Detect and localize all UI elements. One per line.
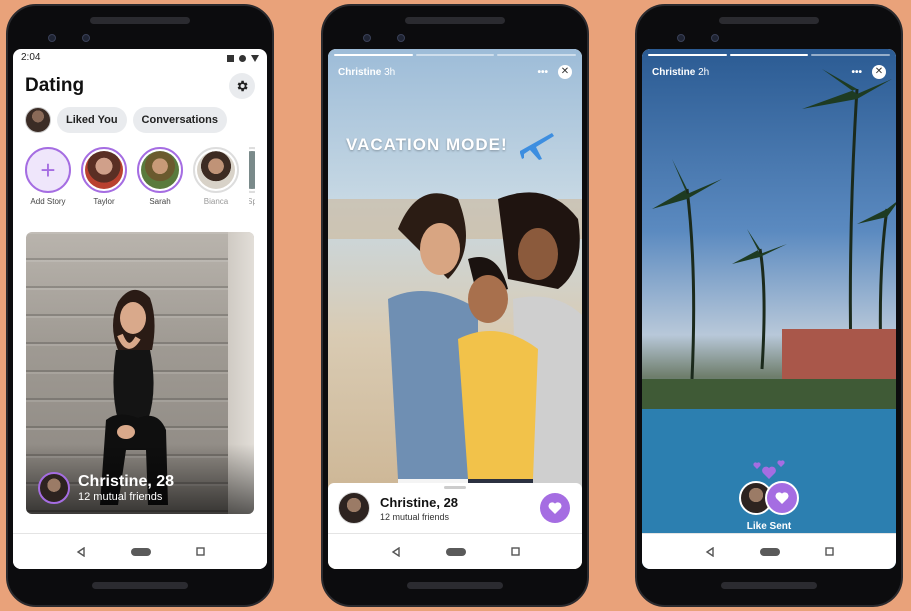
story-label: Bianca <box>203 197 229 206</box>
battery-icon <box>251 54 259 62</box>
story-label: Add Story <box>30 197 66 206</box>
drag-handle <box>444 486 466 489</box>
phone-speaker-bottom <box>92 582 188 589</box>
story-label: Sp <box>249 197 255 206</box>
story-label: Taylor <box>93 197 115 206</box>
recents-icon[interactable] <box>195 547 205 556</box>
back-icon[interactable] <box>391 546 401 557</box>
home-button[interactable] <box>130 547 151 556</box>
phone-like-sent: Christine 2h ••• ✕ Like Sent <box>635 4 903 607</box>
more-options-icon[interactable]: ••• <box>851 67 862 78</box>
profile-avatar <box>338 492 370 524</box>
overlay-text: VACATION MODE! <box>346 135 508 154</box>
like-sent-label: Like Sent <box>746 521 792 532</box>
story-progress <box>334 54 577 56</box>
status-time: 2:04 <box>21 52 41 63</box>
profile-summary-card[interactable]: Christine, 28 12 mutual friends <box>328 483 582 533</box>
profile-avatar[interactable] <box>25 107 51 133</box>
home-button[interactable] <box>759 547 780 556</box>
android-nav-bar <box>642 533 896 569</box>
status-bar: 2:04 <box>13 49 267 67</box>
heart-icon <box>775 492 789 504</box>
story-author[interactable]: Christine 2h <box>652 67 709 78</box>
phone-speaker-bottom <box>407 582 503 589</box>
phone-sensor <box>711 34 719 42</box>
liked-you-button[interactable]: Liked You <box>57 107 127 133</box>
mutual-friends: 12 mutual friends <box>78 491 163 503</box>
profile-card[interactable]: Christine, 28 12 mutual friends <box>26 232 254 514</box>
profile-name: Christine, 28 <box>380 494 459 510</box>
settings-button[interactable] <box>229 73 255 99</box>
phone-sensor <box>397 34 405 42</box>
phone-story-view: Christine 3h ••• ✕ VACATION MODE! Christ… <box>321 4 589 607</box>
phone-camera <box>363 34 371 42</box>
more-options-icon[interactable]: ••• <box>537 67 548 78</box>
screen: 2:04 Dating Liked You Conversations + Ad… <box>13 49 267 569</box>
story-author-name: Christine <box>338 66 382 78</box>
like-button[interactable] <box>540 493 570 523</box>
floating-hearts-icon <box>753 460 785 479</box>
wifi-icon <box>239 54 246 62</box>
home-button[interactable] <box>445 547 466 556</box>
story-partial[interactable]: Sp <box>249 147 255 206</box>
story-taylor[interactable]: Taylor <box>81 147 127 206</box>
recents-icon[interactable] <box>824 547 834 556</box>
phone-speaker <box>405 17 505 24</box>
story-sarah[interactable]: Sarah <box>137 147 183 206</box>
back-icon[interactable] <box>76 546 86 557</box>
plus-icon: + <box>40 155 56 185</box>
gear-icon <box>237 80 248 92</box>
mutual-friends: 12 mutual friends <box>380 511 450 522</box>
page-title: Dating <box>25 75 85 96</box>
phone-dating-home: 2:04 Dating Liked You Conversations + Ad… <box>6 4 274 607</box>
story-time: 3h <box>384 66 396 78</box>
story-bianca[interactable]: Bianca <box>193 147 239 206</box>
story-author[interactable]: Christine 3h <box>338 67 395 78</box>
screen: Christine 3h ••• ✕ VACATION MODE! Christ… <box>328 49 582 569</box>
add-story-button[interactable]: + Add Story <box>25 147 71 206</box>
phone-speaker <box>90 17 190 24</box>
story-label: Sarah <box>149 197 171 206</box>
story-time: 2h <box>698 66 710 78</box>
story-author-name: Christine <box>652 66 696 78</box>
phone-camera <box>677 34 685 42</box>
phone-sensor <box>82 34 90 42</box>
recents-icon[interactable] <box>510 547 520 556</box>
profile-avatar <box>38 472 70 504</box>
phone-speaker <box>719 17 819 24</box>
heart-badge <box>765 481 799 515</box>
like-sent-confirmation: Like Sent <box>739 459 799 532</box>
notification-icon <box>227 54 234 62</box>
profile-name: Christine, 28 <box>78 473 175 490</box>
conversations-button[interactable]: Conversations <box>132 107 227 133</box>
back-icon[interactable] <box>705 546 715 557</box>
heart-icon <box>548 502 562 514</box>
screen: Christine 2h ••• ✕ Like Sent <box>642 49 896 569</box>
stories-row: + Add Story Taylor Sarah Bianca Sp <box>13 141 267 206</box>
close-icon[interactable]: ✕ <box>872 65 886 79</box>
android-nav-bar <box>13 533 267 569</box>
phone-camera <box>48 34 56 42</box>
close-icon[interactable]: ✕ <box>558 65 572 79</box>
airplane-icon <box>519 133 554 160</box>
story-progress <box>648 54 891 56</box>
story-text-overlay: VACATION MODE! <box>346 125 556 165</box>
android-nav-bar <box>328 533 582 569</box>
phone-speaker-bottom <box>721 582 817 589</box>
